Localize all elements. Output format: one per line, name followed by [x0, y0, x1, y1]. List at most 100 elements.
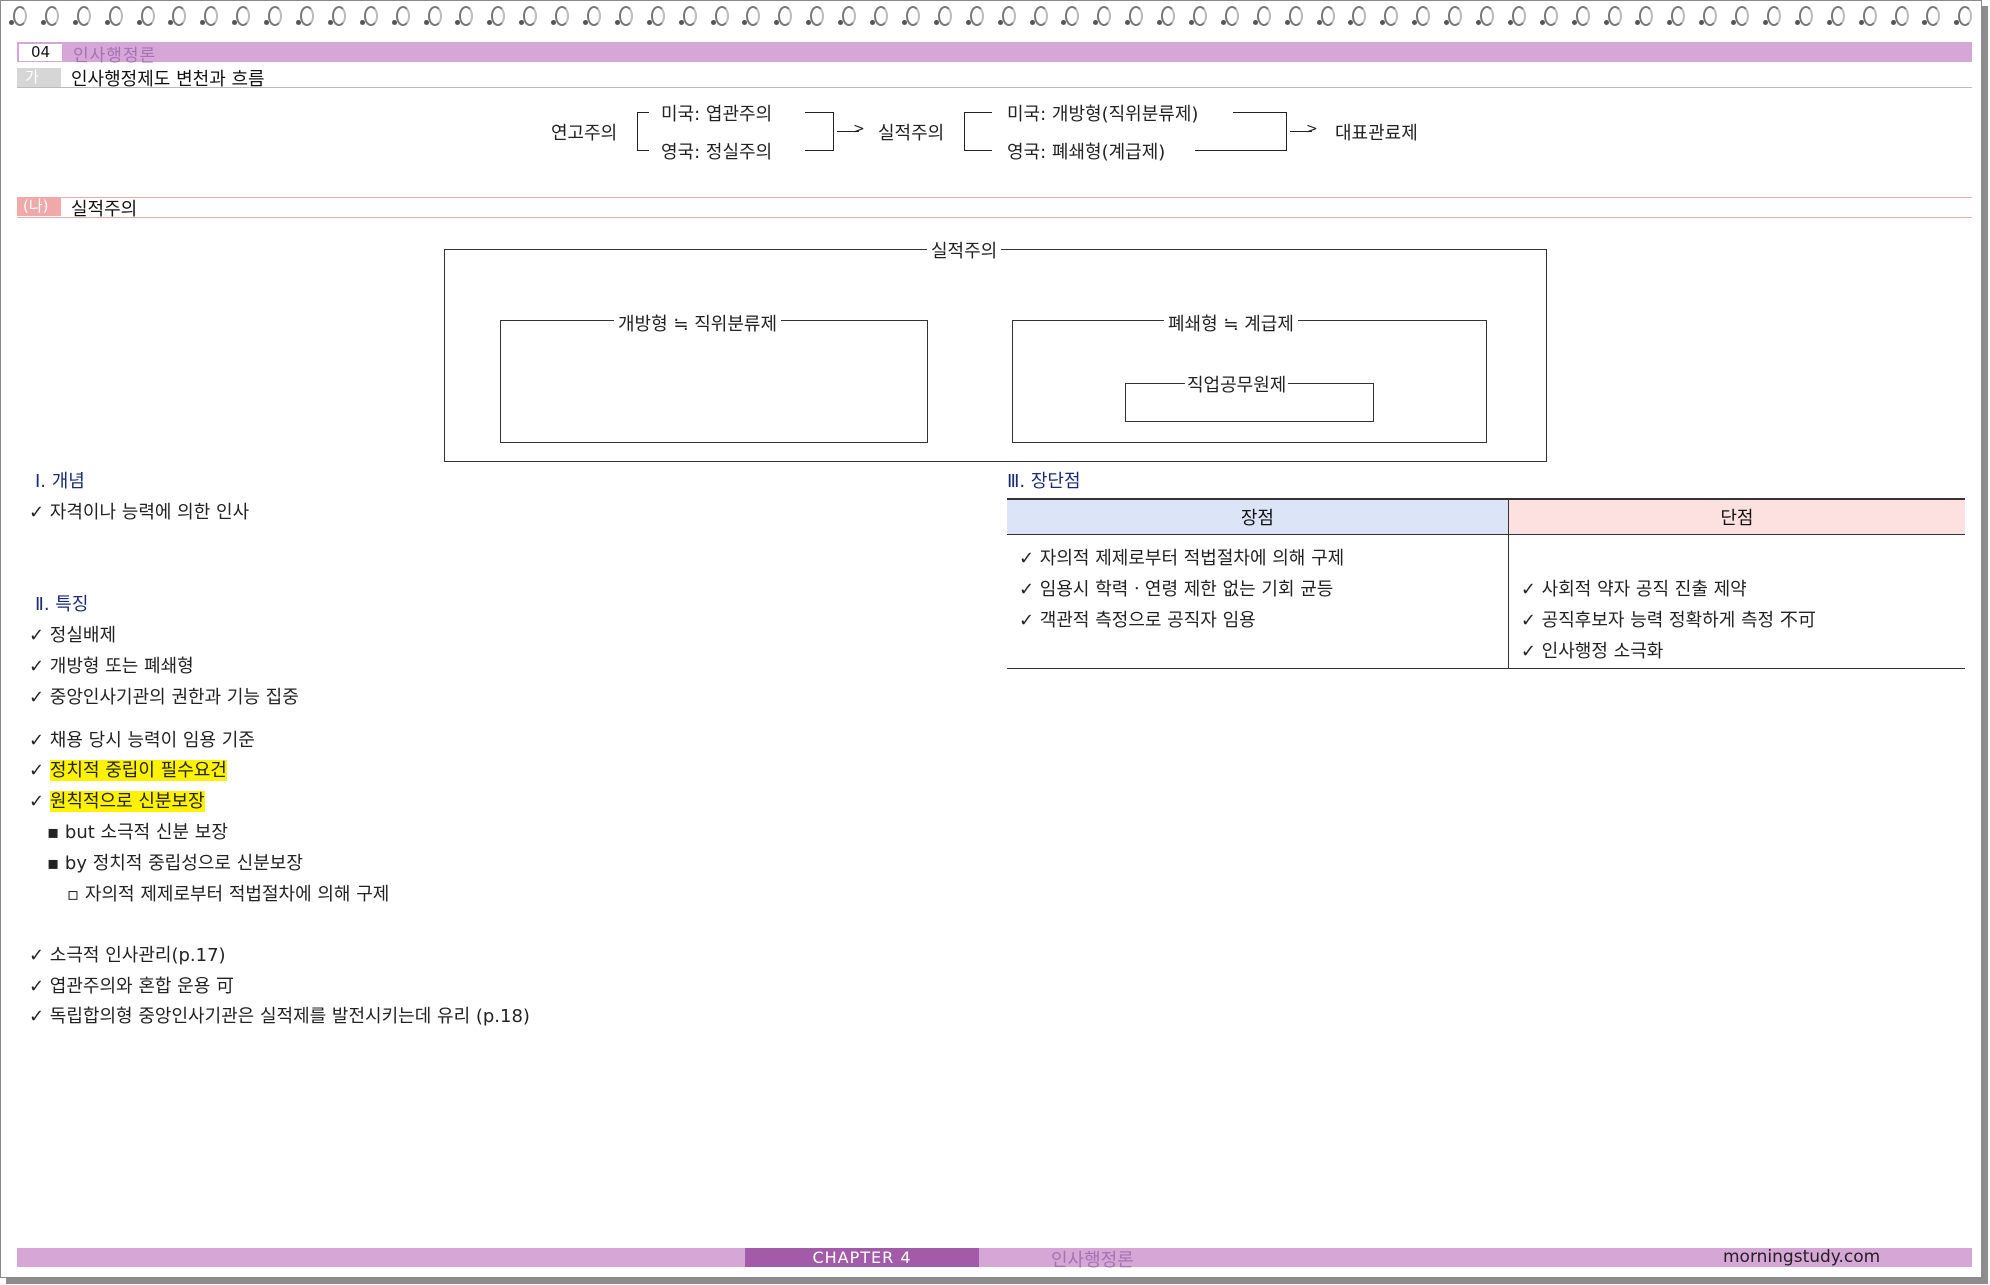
spiral-ring-icon: [645, 3, 669, 27]
spiral-ring-icon: [1857, 3, 1881, 27]
bracket-left: [637, 112, 638, 150]
check-mark: ✓: [29, 791, 45, 812]
feature-item: ✓ 채용 당시 능력이 임용 기준: [29, 730, 255, 751]
feature-subsubitem: ▫ 자의적 제제로부터 적법절차에 의해 구제: [67, 884, 390, 905]
spiral-ring-icon: [198, 3, 222, 27]
spiral-ring-icon: [1028, 3, 1052, 27]
feature-item-highlight: ✓ 정치적 중립이 필수요건: [29, 756, 227, 782]
con-item: ✓ 사회적 약자 공직 진출 제약: [1520, 579, 1747, 600]
spiral-ring-icon: [358, 3, 382, 27]
feature-item: ✓ 개방형 또는 폐쇄형: [29, 656, 194, 677]
spiral-ring-icon: [517, 3, 541, 27]
spiral-ring-icon: [71, 3, 95, 27]
spiral-ring-icon: [677, 3, 701, 27]
pros-cons-heading: Ⅲ. 장단점: [1007, 471, 1081, 492]
pros-cons-table: 장점 단점 ✓ 자의적 제제로부터 적법절차에 의해 구제 ✓ 임용시 학력ㆍ연…: [1007, 498, 1965, 669]
spiral-ring-icon: [485, 3, 509, 27]
spiral-ring-icon: [740, 3, 764, 27]
spiral-ring-icon: [326, 3, 350, 27]
spiral-ring-icon: [1633, 3, 1657, 27]
spiral-ring-icon: [581, 3, 605, 27]
outer-box-label: 실적주의: [927, 237, 1002, 263]
section-title-na: 실적주의: [71, 199, 138, 220]
spiral-ring-icon: [1315, 3, 1339, 27]
spiral-ring-icon: [1761, 3, 1785, 27]
feature-subitem: ▪ by 정치적 중립성으로 신분보장: [47, 853, 303, 874]
spiral-ring-icon: [1378, 3, 1402, 27]
open-box: [500, 320, 928, 443]
spiral-ring-icon: [836, 3, 860, 27]
flow-us-spoils: 미국: 엽관주의: [661, 104, 773, 125]
pros-header: 장점: [1007, 498, 1509, 535]
feature-item: ✓ 엽관주의와 혼합 운용 可: [29, 976, 235, 997]
spiral-ring-icon: [1697, 3, 1721, 27]
career-box-label: 직업공무원제: [1185, 371, 1289, 397]
spiral-ring-icon: [1091, 3, 1115, 27]
flow-merit: 실적주의: [878, 123, 945, 144]
spiral-ring-icon: [868, 3, 892, 27]
section-marker-ga: 가: [17, 68, 61, 87]
pro-item: ✓ 자의적 제제로부터 적법절차에 의해 구제: [1019, 548, 1345, 569]
feature-item: ✓ 중앙인사기관의 권한과 기능 집중: [29, 687, 299, 708]
flow-uk-patronage: 영국: 정실주의: [661, 142, 773, 163]
feature-item: ✓ 소극적 인사관리(p.17): [29, 945, 226, 966]
arrow-head-2: >: [1306, 121, 1318, 137]
pro-item: ✓ 임용시 학력ㆍ연령 제한 없는 기회 균등: [1019, 579, 1334, 600]
spiral-binding: [7, 3, 1977, 27]
spiral-ring-icon: [7, 3, 31, 27]
spiral-ring-icon: [1793, 3, 1817, 27]
feature-item: ✓ 독립합의형 중앙인사기관은 실적제를 발전시키는데 유리 (p.18): [29, 1006, 530, 1027]
spiral-ring-icon: [1538, 3, 1562, 27]
spiral-ring-icon: [1952, 3, 1976, 27]
spiral-ring-icon: [1187, 3, 1211, 27]
spiral-ring-icon: [1410, 3, 1434, 27]
footer-chapter: CHAPTER 4: [745, 1248, 979, 1267]
check-mark: ✓: [29, 760, 45, 781]
spiral-ring-icon: [1346, 3, 1370, 27]
header-title: 인사행정론: [73, 46, 157, 66]
con-item: ✓ 공직후보자 능력 정확하게 측정 不可: [1520, 610, 1816, 631]
spiral-ring-icon: [135, 3, 159, 27]
spiral-ring-icon: [262, 3, 286, 27]
spiral-ring-icon: [1059, 3, 1083, 27]
spiral-ring-icon: [964, 3, 988, 27]
con-item: ✓ 인사행정 소극화: [1520, 641, 1664, 662]
spiral-ring-icon: [390, 3, 414, 27]
footer-site-link[interactable]: morningstudy.com: [1723, 1247, 1880, 1267]
bracket-right-2: [1286, 112, 1287, 151]
spiral-ring-icon: [294, 3, 318, 27]
notebook-page: 04 인사행정론 가 인사행정제도 변천과 흐름 연고주의 미국: 엽관주의 영…: [0, 0, 1982, 1278]
spiral-ring-icon: [1155, 3, 1179, 27]
spiral-ring-icon: [900, 3, 924, 27]
footer-title: 인사행정론: [1051, 1250, 1134, 1271]
spiral-ring-icon: [1889, 3, 1913, 27]
flow-us-open: 미국: 개방형(직위분류제): [1007, 104, 1199, 125]
spiral-ring-icon: [453, 3, 477, 27]
flow-end: 대표관료제: [1335, 123, 1418, 144]
spiral-ring-icon: [1251, 3, 1275, 27]
header-band: [17, 42, 1972, 62]
spiral-ring-icon: [709, 3, 733, 27]
concept-heading: Ⅰ. 개념: [35, 471, 85, 492]
concept-item: ✓ 자격이나 능력에 의한 인사: [29, 502, 250, 523]
footer-band: [17, 1248, 1972, 1267]
spiral-ring-icon: [1283, 3, 1307, 27]
spiral-ring-icon: [1570, 3, 1594, 27]
cons-header: 단점: [1508, 498, 1965, 535]
spiral-ring-icon: [1506, 3, 1530, 27]
spiral-ring-icon: [804, 3, 828, 27]
spiral-ring-icon: [1219, 3, 1243, 27]
spiral-ring-icon: [549, 3, 573, 27]
spiral-ring-icon: [996, 3, 1020, 27]
feature-subitem: ▪ but 소극적 신분 보장: [47, 822, 228, 843]
spiral-ring-icon: [772, 3, 796, 27]
feature-item-highlight: ✓ 원칙적으로 신분보장: [29, 787, 205, 813]
closed-box-label: 폐쇄형 ≒ 계급제: [1164, 310, 1298, 336]
section-marker-na: (나): [17, 197, 61, 216]
spiral-ring-icon: [1825, 3, 1849, 27]
pros-cell: ✓ 자의적 제제로부터 적법절차에 의해 구제 ✓ 임용시 학력ㆍ연령 제한 없…: [1007, 534, 1509, 669]
arrow-head-1: >: [853, 121, 865, 137]
bracket-right-1: [833, 112, 834, 151]
spiral-ring-icon: [166, 3, 190, 27]
flow-uk-closed: 영국: 폐쇄형(계급제): [1007, 142, 1166, 163]
